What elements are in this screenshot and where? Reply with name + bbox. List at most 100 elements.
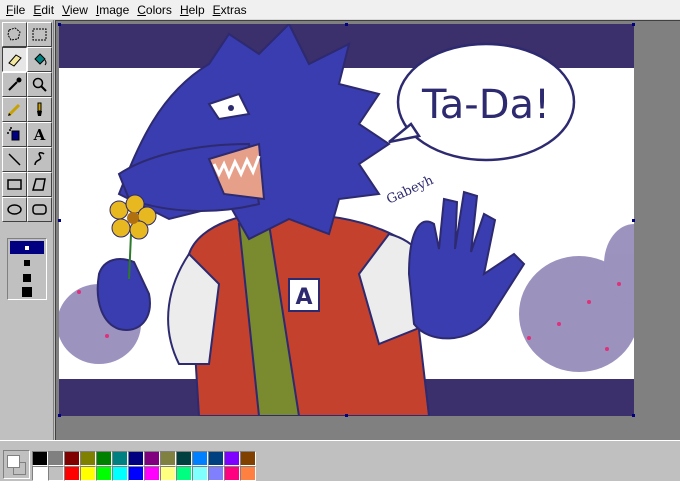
palette-swatch[interactable] bbox=[240, 451, 256, 466]
palette-swatch[interactable] bbox=[32, 451, 48, 466]
rect-select-icon bbox=[32, 28, 47, 41]
color-picker-icon bbox=[8, 77, 22, 91]
palette-swatch[interactable] bbox=[176, 466, 192, 481]
menu-colors[interactable]: Colors bbox=[133, 1, 176, 19]
rounded-rect-tool-button[interactable] bbox=[27, 197, 52, 222]
palette-swatch[interactable] bbox=[240, 466, 256, 481]
palette-swatch[interactable] bbox=[144, 451, 160, 466]
eraser-tool-button[interactable] bbox=[2, 47, 27, 72]
menu-edit[interactable]: Edit bbox=[29, 1, 58, 19]
menu-image[interactable]: Image bbox=[92, 1, 133, 19]
eraser-size-medium[interactable] bbox=[10, 256, 44, 269]
curve-tool-button[interactable] bbox=[27, 147, 52, 172]
resize-handle-sw[interactable] bbox=[58, 414, 61, 417]
palette-swatch[interactable] bbox=[96, 451, 112, 466]
menu-bar: File Edit View Image Colors Help Extras bbox=[0, 0, 680, 20]
menu-help[interactable]: Help bbox=[176, 1, 209, 19]
svg-text:A: A bbox=[33, 126, 46, 143]
palette-swatch[interactable] bbox=[128, 451, 144, 466]
tool-box: A bbox=[0, 20, 54, 440]
palette-swatch[interactable] bbox=[96, 466, 112, 481]
menu-mnemonic: H bbox=[179, 2, 189, 17]
palette-swatch[interactable] bbox=[112, 466, 128, 481]
eraser-size-small[interactable] bbox=[10, 241, 44, 254]
free-select-icon bbox=[7, 27, 21, 41]
fill-bucket-tool-button[interactable] bbox=[27, 47, 52, 72]
palette-swatch[interactable] bbox=[144, 466, 160, 481]
brush-icon bbox=[37, 102, 42, 116]
palette-swatch[interactable] bbox=[208, 466, 224, 481]
rounded-rect-icon bbox=[32, 204, 47, 215]
palette-swatch[interactable] bbox=[80, 451, 96, 466]
text-icon: A bbox=[33, 126, 46, 143]
resize-handle-ne[interactable] bbox=[632, 23, 635, 26]
menu-label: olors bbox=[145, 2, 172, 17]
magnifier-icon bbox=[32, 77, 47, 92]
tool-grid: A bbox=[2, 22, 52, 222]
polygon-icon bbox=[32, 178, 46, 191]
palette-swatch[interactable] bbox=[128, 466, 144, 481]
magnifier-tool-button[interactable] bbox=[27, 72, 52, 97]
palette-swatch[interactable] bbox=[160, 466, 176, 481]
drawing-canvas[interactable]: Ta-Da! A Gabeyh bbox=[58, 23, 635, 417]
palette-swatch[interactable] bbox=[192, 466, 208, 481]
resize-handle-w[interactable] bbox=[58, 219, 61, 222]
resize-handle-n[interactable] bbox=[345, 23, 348, 26]
ellipse-icon bbox=[7, 204, 22, 215]
menu-extras[interactable]: Extras bbox=[209, 1, 251, 19]
fill-bucket-icon bbox=[34, 53, 47, 66]
resize-handle-se[interactable] bbox=[632, 414, 635, 417]
menu-label: mage bbox=[99, 2, 130, 17]
palette-swatch[interactable] bbox=[64, 451, 80, 466]
eraser-icon bbox=[8, 54, 22, 67]
palette-swatch[interactable] bbox=[224, 451, 240, 466]
foreground-color-swatch[interactable] bbox=[7, 455, 20, 468]
palette-swatch[interactable] bbox=[192, 451, 208, 466]
jacket-letter: A bbox=[295, 285, 312, 310]
palette-swatch[interactable] bbox=[80, 466, 96, 481]
rectangle-tool-button[interactable] bbox=[2, 172, 27, 197]
tool-options bbox=[7, 238, 47, 300]
rect-select-tool-button[interactable] bbox=[27, 22, 52, 47]
palette-swatch[interactable] bbox=[208, 451, 224, 466]
resize-handle-nw[interactable] bbox=[58, 23, 61, 26]
menu-label: xtras bbox=[220, 2, 247, 17]
menu-file[interactable]: File bbox=[2, 1, 29, 19]
current-colors[interactable] bbox=[3, 450, 30, 479]
menu-view[interactable]: View bbox=[58, 1, 92, 19]
color-box bbox=[0, 440, 680, 481]
polygon-tool-button[interactable] bbox=[27, 172, 52, 197]
workspace: Ta-Da! A Gabeyh bbox=[55, 20, 680, 440]
curve-icon bbox=[34, 152, 45, 166]
eraser-size-xlarge[interactable] bbox=[10, 285, 44, 298]
menu-mnemonic: E bbox=[212, 2, 221, 17]
palette-swatch[interactable] bbox=[32, 466, 48, 481]
eraser-size-large[interactable] bbox=[10, 271, 44, 284]
brush-tool-button[interactable] bbox=[27, 97, 52, 122]
line-tool-button[interactable] bbox=[2, 147, 27, 172]
ellipse-tool-button[interactable] bbox=[2, 197, 27, 222]
airbrush-tool-button[interactable] bbox=[2, 122, 27, 147]
resize-handle-s[interactable] bbox=[345, 414, 348, 417]
palette-swatch[interactable] bbox=[176, 451, 192, 466]
palette-swatch[interactable] bbox=[48, 451, 64, 466]
menu-mnemonic: C bbox=[137, 2, 146, 17]
menu-label: iew bbox=[69, 2, 88, 17]
pencil-tool-button[interactable] bbox=[2, 97, 27, 122]
color-picker-tool-button[interactable] bbox=[2, 72, 27, 97]
palette-swatch[interactable] bbox=[160, 451, 176, 466]
artwork-image: Ta-Da! A Gabeyh bbox=[59, 24, 634, 416]
text-tool-button[interactable]: A bbox=[27, 122, 52, 147]
palette-swatch[interactable] bbox=[112, 451, 128, 466]
menu-label: ile bbox=[13, 2, 26, 17]
resize-handle-e[interactable] bbox=[632, 219, 635, 222]
menu-label: elp bbox=[188, 2, 205, 17]
palette-swatch[interactable] bbox=[64, 466, 80, 481]
free-select-tool-button[interactable] bbox=[2, 22, 27, 47]
line-icon bbox=[8, 153, 21, 166]
airbrush-icon bbox=[7, 127, 20, 141]
speech-text: Ta-Da! bbox=[421, 82, 550, 128]
palette-swatch[interactable] bbox=[224, 466, 240, 481]
pencil-icon bbox=[7, 103, 21, 117]
palette-swatch[interactable] bbox=[48, 466, 64, 481]
